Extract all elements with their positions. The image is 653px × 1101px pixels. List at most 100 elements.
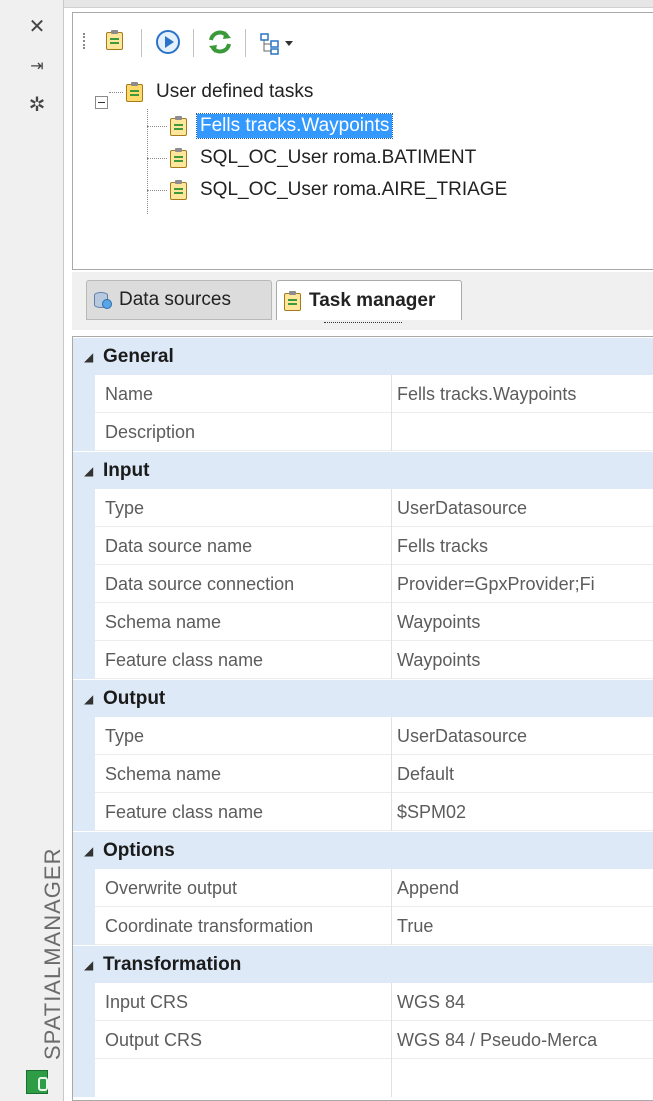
property-name: Type [105, 726, 145, 746]
property-name: Schema name [105, 764, 222, 784]
category-options[interactable]: ◢ Options [73, 831, 653, 869]
property-value[interactable]: Fells tracks [397, 536, 653, 557]
category-input[interactable]: ◢ Input [73, 451, 653, 489]
property-value[interactable]: Fells tracks.Waypoints [397, 384, 653, 405]
property-value[interactable]: WGS 84 [397, 992, 653, 1013]
tab-focus-indicator [324, 322, 402, 323]
toolbar [73, 13, 653, 63]
property-name: Type [105, 498, 145, 518]
property-name: Schema name [105, 612, 222, 632]
palette-strip: ✕ ⇥ ✲ SPATIALMANAGER [0, 0, 65, 1101]
tab-label: Data sources [119, 289, 231, 310]
collapse-arrow-icon[interactable]: ◢ [84, 464, 93, 478]
category-label: Input [103, 460, 150, 481]
property-row-output-crs[interactable]: Output CRS WGS 84 / Pseudo-Merca [73, 1021, 653, 1059]
category-label: Transformation [103, 954, 242, 975]
property-name: Feature class name [105, 802, 264, 822]
property-row-name[interactable]: Name Fells tracks.Waypoints [73, 375, 653, 413]
tab-label: Task manager [309, 289, 436, 311]
toolbar-separator [245, 29, 246, 57]
panel-tabs: Data sources Task manager [72, 272, 653, 330]
collapse-arrow-icon[interactable]: ◢ [84, 844, 93, 858]
close-icon[interactable]: ✕ [24, 16, 50, 38]
tab-task-manager[interactable]: Task manager [276, 280, 462, 320]
property-row-description[interactable]: Description [73, 413, 653, 451]
settings-icon[interactable]: ✲ [24, 94, 50, 116]
toolbar-grip[interactable] [83, 33, 85, 49]
property-name: Description [105, 422, 196, 442]
property-row-output-feature-class-name[interactable]: Feature class name $SPM02 [73, 793, 653, 831]
task-icon [283, 290, 303, 312]
property-grid: ◢ General Name Fells tracks.Waypoints De… [72, 336, 653, 1101]
property-name: Input CRS [105, 992, 189, 1012]
property-value[interactable]: Waypoints [397, 612, 653, 633]
tree-view-dropdown-button[interactable] [257, 27, 301, 57]
palette-title: SPATIALMANAGER [40, 847, 65, 1060]
category-label: Options [103, 840, 175, 861]
task-tree-frame: User defined tasks Fells tracks.Waypoint… [72, 12, 653, 270]
new-task-button[interactable] [101, 27, 131, 57]
property-value[interactable]: UserDatasource [397, 726, 653, 747]
property-row-empty [73, 1059, 653, 1097]
category-output[interactable]: ◢ Output [73, 679, 653, 717]
property-row-data-source-name[interactable]: Data source name Fells tracks [73, 527, 653, 565]
property-row-output-schema-name[interactable]: Schema name Default [73, 755, 653, 793]
property-value[interactable]: Append [397, 878, 653, 899]
property-row-input-crs[interactable]: Input CRS WGS 84 [73, 983, 653, 1021]
tree-root[interactable]: User defined tasks [125, 77, 316, 107]
property-value[interactable]: Waypoints [397, 650, 653, 671]
property-name: Name [105, 384, 154, 404]
property-value[interactable]: Provider=GpxProvider;Fi [397, 574, 653, 595]
tree-item-fells-tracks-waypoints[interactable]: Fells tracks.Waypoints [169, 111, 394, 141]
property-value[interactable]: True [397, 916, 653, 937]
task-icon [169, 147, 189, 169]
run-task-icon [156, 30, 180, 54]
category-general[interactable]: ◢ General [73, 337, 653, 375]
toolbar-separator [193, 29, 194, 57]
property-name: Overwrite output [105, 878, 238, 898]
tree-collapse-toggle[interactable] [95, 96, 108, 109]
auto-hide-icon[interactable]: ⇥ [24, 56, 50, 78]
property-name: Output CRS [105, 1030, 203, 1050]
collapse-arrow-icon[interactable]: ◢ [84, 958, 93, 972]
collapse-arrow-icon[interactable]: ◢ [84, 692, 93, 706]
property-name: Feature class name [105, 650, 264, 670]
property-row-input-type[interactable]: Type UserDatasource [73, 489, 653, 527]
property-name: Data source connection [105, 574, 295, 594]
category-label: Output [103, 688, 166, 709]
property-row-data-source-connection[interactable]: Data source connection Provider=GpxProvi… [73, 565, 653, 603]
property-name: Data source name [105, 536, 253, 556]
task-icon [169, 179, 189, 201]
task-icon [169, 115, 189, 137]
tree-view-dropdown-icon [260, 33, 293, 55]
panel-top-edge [64, 0, 653, 8]
toolbar-separator [141, 29, 142, 57]
spatial-manager-logo-icon [26, 1070, 48, 1094]
property-value[interactable]: WGS 84 / Pseudo-Merca [397, 1030, 653, 1051]
collapse-arrow-icon[interactable]: ◢ [84, 350, 93, 364]
tree-item-label: Fells tracks.Waypoints [195, 113, 394, 139]
property-name: Coordinate transformation [105, 916, 314, 936]
category-transformation[interactable]: ◢ Transformation [73, 945, 653, 983]
run-task-button[interactable] [153, 27, 183, 57]
property-row-coordinate-transformation[interactable]: Coordinate transformation True [73, 907, 653, 945]
property-row-output-type[interactable]: Type UserDatasource [73, 717, 653, 755]
tree-item-sql-oc-user-roma-aire-triage[interactable]: SQL_OC_User roma.AIRE_TRIAGE [169, 175, 510, 205]
new-task-icon [105, 29, 125, 51]
tree-item-label: SQL_OC_User roma.BATIMENT [200, 147, 477, 168]
task-folder-icon [125, 81, 145, 103]
property-value[interactable]: UserDatasource [397, 498, 653, 519]
refresh-icon [209, 30, 231, 54]
property-row-overwrite-output[interactable]: Overwrite output Append [73, 869, 653, 907]
task-tree: User defined tasks Fells tracks.Waypoint… [73, 65, 653, 265]
tree-root-label: User defined tasks [156, 81, 314, 102]
task-manager-panel: User defined tasks Fells tracks.Waypoint… [64, 0, 653, 1101]
property-row-input-schema-name[interactable]: Schema name Waypoints [73, 603, 653, 641]
tab-data-sources[interactable]: Data sources [86, 280, 272, 320]
refresh-button[interactable] [205, 27, 235, 57]
property-row-input-feature-class-name[interactable]: Feature class name Waypoints [73, 641, 653, 679]
tree-item-sql-oc-user-roma-batiment[interactable]: SQL_OC_User roma.BATIMENT [169, 143, 479, 173]
property-value[interactable]: Default [397, 764, 653, 785]
category-label: General [103, 346, 174, 367]
property-value[interactable]: $SPM02 [397, 802, 653, 823]
